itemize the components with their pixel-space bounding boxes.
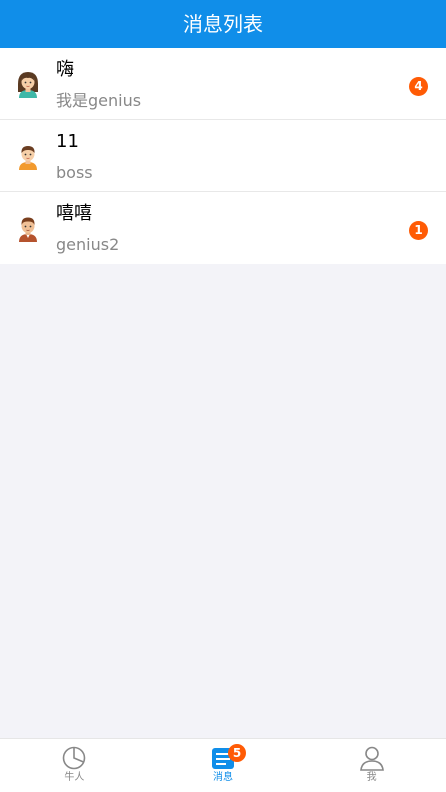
- contact-name: 嘻嘻: [56, 203, 92, 224]
- tab-label: 我: [366, 772, 377, 783]
- tab-badge: 5: [228, 744, 246, 762]
- tab-messages[interactable]: 5 消息: [149, 739, 298, 792]
- list-item[interactable]: 嗨 我是genius 4: [0, 48, 446, 120]
- unread-badge: 1: [409, 221, 428, 240]
- navbar: 消息列表: [0, 0, 446, 48]
- app-root: 消息列表 嗨 我是genius 4 11 boss 嘻嘻 genius2 1 牛…: [0, 0, 446, 792]
- girl-avatar-icon: [18, 72, 38, 98]
- pie-chart-icon: [63, 746, 86, 770]
- unread-badge: 4: [409, 77, 428, 96]
- user-icon: [359, 746, 384, 771]
- tab-bar: 牛人 5 消息 我: [0, 738, 446, 792]
- boy-avatar-icon: [19, 146, 37, 170]
- list-item[interactable]: 嘻嘻 genius2 1: [0, 192, 446, 264]
- page-title: 消息列表: [183, 12, 263, 36]
- tab-niuren[interactable]: 牛人: [0, 739, 149, 792]
- message-list: 嗨 我是genius 4 11 boss 嘻嘻 genius2 1: [0, 48, 446, 264]
- contact-name: 嗨: [56, 59, 74, 80]
- list-item[interactable]: 11 boss: [0, 120, 446, 192]
- contact-subtitle: boss: [56, 163, 93, 182]
- contact-name: 11: [56, 131, 79, 152]
- tab-me[interactable]: 我: [297, 739, 446, 792]
- tab-label: 牛人: [64, 772, 85, 783]
- contact-subtitle: genius2: [56, 235, 120, 254]
- tab-label: 消息: [213, 772, 233, 783]
- man-avatar-icon: [19, 217, 37, 242]
- contact-subtitle: 我是genius: [56, 91, 142, 110]
